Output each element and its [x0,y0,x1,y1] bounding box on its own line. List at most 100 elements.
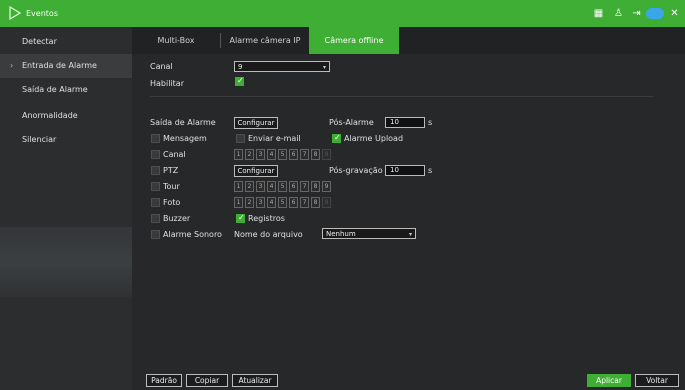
tab-multi-box[interactable]: Multi-Box [132,27,220,54]
foto-checkbox[interactable] [151,198,160,207]
canal-select[interactable]: 9 ▾ [234,61,330,72]
channel-8[interactable]: 8 [311,181,320,192]
pos-alarme-input[interactable]: 10 [385,117,425,128]
pos-gravacao-unit: s [428,166,433,175]
buzzer-checkbox[interactable] [151,214,160,223]
tab-label: Alarme câmera IP [229,36,301,45]
channel-3[interactable]: 3 [256,181,265,192]
channel-8[interactable]: 8 [311,197,320,208]
ptz-configurar-button[interactable]: Configurar [234,165,278,177]
tab-bar: Multi-Box Alarme câmera IP Câmera offlin… [132,27,685,54]
padrao-button[interactable]: Padrão [146,374,182,387]
tour-checkbox[interactable] [151,182,160,191]
calendar-icon[interactable]: ▦ [592,7,605,20]
channel-7[interactable]: 7 [300,149,309,160]
channel-2[interactable]: 2 [245,181,254,192]
channel-5[interactable]: 5 [278,149,287,160]
habilitar-checkbox[interactable] [235,76,244,86]
channel-4[interactable]: 4 [267,197,276,208]
alarme-upload-label: Alarme Upload [344,134,404,143]
mensagem-checkbox[interactable] [151,134,160,143]
sidebar-item-label: Anormalidade [22,111,78,120]
voltar-button[interactable]: Voltar [635,374,679,387]
sidebar-item-anormalidade[interactable]: Anormalidade [0,104,132,128]
tab-label: Câmera offline [324,36,384,45]
pos-alarme-unit: s [428,118,433,127]
canal-record-checkbox[interactable] [151,150,160,159]
ptz-label: PTZ [163,166,179,175]
title-bar: Eventos ▦ ♙ ⇥ ✕ [0,0,685,27]
registros-label: Registros [248,214,285,223]
channel-5[interactable]: 5 [278,197,287,208]
channel-5[interactable]: 5 [278,181,287,192]
logout-icon[interactable]: ⇥ [630,7,643,20]
canal-select-value: 9 [238,63,243,71]
channel-6[interactable]: 6 [289,197,298,208]
channel-1[interactable]: 1 [234,181,243,192]
channel-2[interactable]: 2 [245,149,254,160]
sidebar-item-label: Detectar [22,37,57,46]
tab-camera-offline[interactable]: Câmera offline [309,27,399,54]
alarme-upload-checkbox[interactable] [332,133,341,143]
sidebar-item-detectar[interactable]: Detectar [0,30,132,54]
pos-alarme-label: Pós-Alarme [329,118,374,127]
alarme-sonoro-checkbox[interactable] [151,230,160,239]
sidebar: Detectar › Entrada de Alarme Saída de Al… [0,27,132,390]
close-icon[interactable]: ✕ [668,7,681,20]
channel-2[interactable]: 2 [245,197,254,208]
channel-7[interactable]: 7 [300,197,309,208]
section-divider [150,96,653,97]
nome-arquivo-select[interactable]: Nenhum ▾ [322,228,416,239]
channel-9[interactable]: 9 [322,181,331,192]
habilitar-label: Habilitar [150,79,184,88]
tab-label: Multi-Box [157,36,195,45]
chevron-down-icon: ▾ [322,64,326,71]
channel-1[interactable]: 1 [234,149,243,160]
channel-9[interactable]: 9 [322,149,331,160]
sidebar-item-silenciar[interactable]: Silenciar [0,128,132,152]
app-logo-icon [9,6,21,20]
sidebar-item-entrada-de-alarme[interactable]: › Entrada de Alarme [0,54,132,78]
copiar-button[interactable]: Copiar [186,374,228,387]
sidebar-item-label: Entrada de Alarme [22,61,97,70]
foto-channel-selector: 1 2 3 4 5 6 7 8 9 [234,197,344,208]
user-icon[interactable]: ♙ [612,7,625,20]
tab-alarme-camera-ip[interactable]: Alarme câmera IP [221,27,309,54]
channel-4[interactable]: 4 [267,181,276,192]
settings-panel: Canal 9 ▾ Habilitar Saída de Alarme Conf… [132,54,685,390]
tour-channel-selector: 1 2 3 4 5 6 7 8 9 [234,181,344,192]
sidebar-item-label: Saída de Alarme [22,85,88,94]
pos-gravacao-input[interactable]: 10 [385,165,425,176]
sidebar-item-saida-de-alarme[interactable]: Saída de Alarme [0,78,132,102]
buzzer-label: Buzzer [163,214,191,223]
ptz-checkbox[interactable] [151,166,160,175]
enviar-email-checkbox[interactable] [236,134,245,143]
nome-arquivo-select-value: Nenhum [326,230,356,238]
channel-9[interactable]: 9 [322,197,331,208]
channel-4[interactable]: 4 [267,149,276,160]
channel-1[interactable]: 1 [234,197,243,208]
registros-checkbox[interactable] [236,213,245,223]
chevron-right-icon: › [10,61,14,70]
channel-3[interactable]: 3 [256,197,265,208]
channel-3[interactable]: 3 [256,149,265,160]
saida-alarme-label: Saída de Alarme [150,118,216,127]
sidebar-item-label: Silenciar [22,135,57,144]
channel-7[interactable]: 7 [300,181,309,192]
saida-alarme-configurar-button[interactable]: Configurar [234,117,278,129]
atualizar-button[interactable]: Atualizar [232,374,278,387]
channel-6[interactable]: 6 [289,149,298,160]
nome-arquivo-label: Nome do arquivo [234,230,303,239]
page-title: Eventos [26,9,58,18]
aplicar-button[interactable]: Aplicar [587,374,631,387]
channel-8[interactable]: 8 [311,149,320,160]
cloud-icon[interactable] [646,8,664,19]
enviar-email-label: Enviar e-mail [248,134,301,143]
canal-record-label: Canal [163,150,186,159]
pos-gravacao-label: Pós-gravação [329,166,383,175]
alarme-sonoro-label: Alarme Sonoro [163,230,222,239]
mensagem-label: Mensagem [163,134,207,143]
canal-label: Canal [150,62,173,71]
channel-6[interactable]: 6 [289,181,298,192]
tour-label: Tour [163,182,180,191]
